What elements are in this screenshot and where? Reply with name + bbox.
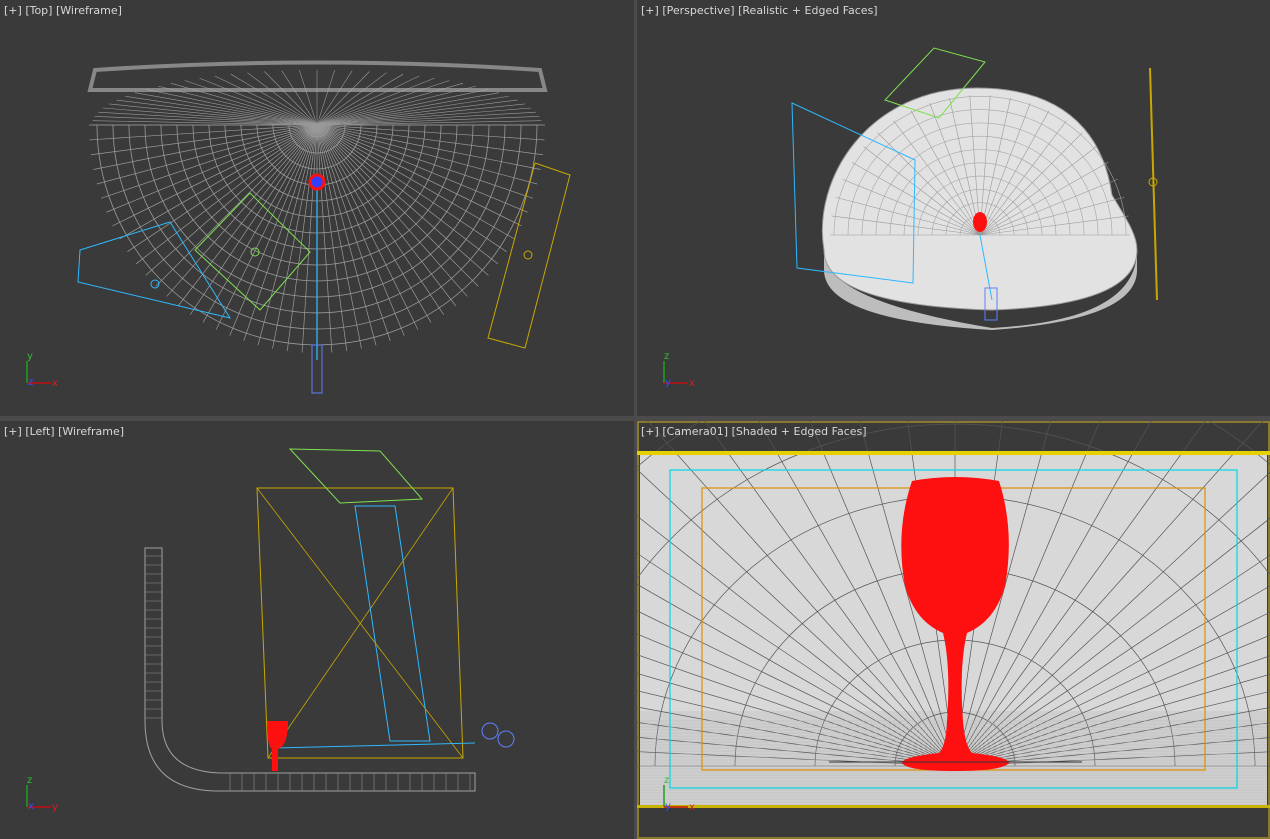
- dome-rib: [90, 124, 318, 156]
- light-yellow-diag: [267, 487, 454, 759]
- left-view-scene: z y x: [26, 448, 515, 813]
- dome-rib: [316, 124, 528, 213]
- dome-back-rib: [125, 95, 318, 126]
- viewport-menu-button[interactable]: [+]: [641, 425, 659, 438]
- light-green: [194, 192, 311, 311]
- glass-object: [973, 212, 987, 232]
- viewport-menu-button[interactable]: [+]: [4, 4, 22, 17]
- shading-menu[interactable]: [Wireframe]: [56, 4, 122, 17]
- dome-rib: [215, 124, 318, 330]
- light-blue: [354, 505, 431, 742]
- viewport-label-camera[interactable]: [+] [Camera01] [Shaded + Edged Faces]: [641, 425, 867, 438]
- axis-right-label: x: [689, 802, 695, 813]
- dome-back-rib: [316, 70, 335, 126]
- dome-shell: [822, 87, 1138, 311]
- shading-menu[interactable]: [Shaded + Edged Faces]: [732, 425, 867, 438]
- dome-rib: [316, 124, 522, 227]
- camera-view-scene: z x y: [637, 421, 1270, 813]
- dome-rib: [106, 124, 318, 213]
- camera-target-line: [274, 742, 476, 749]
- viewport-menu-button[interactable]: [+]: [641, 4, 659, 17]
- dome-rib: [316, 124, 419, 330]
- dome-back-rib: [316, 107, 532, 126]
- dome-rib: [155, 124, 318, 287]
- axis-out-label: y: [665, 801, 671, 812]
- light-yellow-target: [523, 250, 533, 260]
- dome-rib: [89, 124, 318, 141]
- view-menu[interactable]: [Perspective]: [662, 4, 734, 17]
- top-view-scene: y x z: [26, 60, 571, 394]
- axis-up-label: z: [664, 351, 669, 362]
- dome-rib: [316, 124, 545, 141]
- viewport-perspective[interactable]: [+] [Perspective] [Realistic + Edged Fac…: [637, 0, 1270, 416]
- axis-up-label: z: [27, 775, 32, 786]
- dome-rib: [316, 124, 348, 352]
- view-menu[interactable]: [Top]: [25, 4, 52, 17]
- dome-back-rib: [102, 107, 318, 126]
- dome-rib: [112, 124, 318, 227]
- dome-rib: [301, 124, 318, 353]
- light-green: [288, 448, 424, 504]
- glass-object: [308, 173, 326, 191]
- axis-up-label: z: [664, 775, 669, 786]
- dome-back-rib: [299, 70, 318, 126]
- dome-rib: [286, 124, 318, 352]
- perspective-scene: z x y: [663, 47, 1158, 389]
- shading-menu[interactable]: [Realistic + Edged Faces]: [738, 4, 877, 17]
- axis-out-label: x: [28, 801, 34, 812]
- dome-rib: [316, 124, 479, 287]
- axis-right-label: y: [52, 802, 58, 813]
- axis-right-label: x: [52, 378, 58, 389]
- light-yellow-diag: [256, 487, 464, 759]
- viewport-label-perspective[interactable]: [+] [Perspective] [Realistic + Edged Fac…: [641, 4, 878, 17]
- frame-bottom: [637, 805, 1270, 808]
- floor-plane: [144, 547, 476, 792]
- camera-reel: [497, 730, 515, 748]
- camera-reel: [481, 722, 499, 740]
- dome-back-rib: [316, 72, 387, 126]
- dome-rib: [316, 124, 544, 156]
- viewport-menu-button[interactable]: [+]: [4, 425, 22, 438]
- dome-back-rib: [247, 72, 318, 126]
- viewport-left[interactable]: [+] [Left] [Wireframe] z y x: [0, 421, 634, 839]
- view-menu[interactable]: [Camera01]: [662, 425, 728, 438]
- viewport-label-top[interactable]: [+] [Top] [Wireframe]: [4, 4, 122, 17]
- frame-top: [637, 451, 1270, 455]
- light-yellow: [487, 162, 571, 349]
- dome-back-rib: [316, 95, 509, 126]
- view-menu[interactable]: [Left]: [25, 425, 54, 438]
- viewport-label-left[interactable]: [+] [Left] [Wireframe]: [4, 425, 124, 438]
- shading-menu[interactable]: [Wireframe]: [58, 425, 124, 438]
- dome-rim: [87, 60, 548, 92]
- viewport-top[interactable]: [+] [Top] [Wireframe] y x z: [0, 0, 634, 416]
- axis-out-label: z: [28, 377, 33, 388]
- axis-up-label: y: [27, 351, 33, 362]
- axis-out-label: y: [665, 377, 671, 388]
- axis-right-label: x: [689, 378, 695, 389]
- light-blue: [77, 221, 232, 319]
- viewport-camera[interactable]: [+] [Camera01] [Shaded + Edged Faces] z x…: [637, 421, 1270, 839]
- dome-rib: [316, 124, 405, 336]
- glass-object: [267, 721, 288, 771]
- dome-rib: [316, 124, 333, 353]
- dome-rib: [229, 124, 318, 336]
